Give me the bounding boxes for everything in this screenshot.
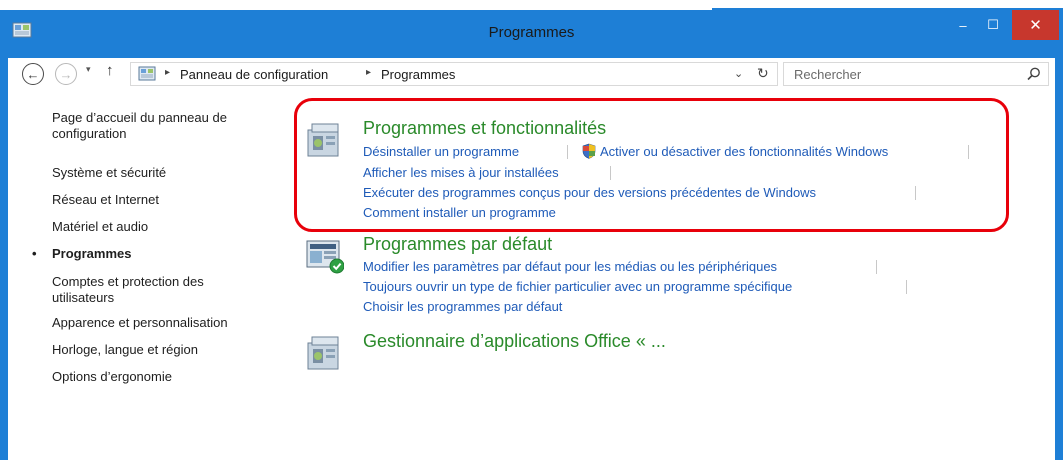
sidebar-item-clock-language-region[interactable]: Horloge, langue et région [52,342,198,358]
title-bar[interactable]: Programmes – ☐ ✕ [0,0,1063,58]
turn-windows-features-link[interactable]: Activer ou désactiver des fonctionnalité… [600,144,888,159]
refresh-icon[interactable]: ↻ [757,65,769,82]
office-app-manager-title[interactable]: Gestionnaire d’applications Office « ... [363,331,666,352]
address-dropdown-icon[interactable]: ⌄ [734,67,743,80]
breadcrumb-programs[interactable]: Programmes [381,67,455,82]
desktop-strip [0,0,1063,10]
always-open-file-type-link[interactable]: Toujours ouvrir un type de fichier parti… [363,279,792,294]
sidebar-item-label: Page d’accueil du panneau de [52,110,227,125]
link-separator [906,280,907,294]
set-default-programs-link[interactable]: Choisir les programmes par défaut [363,299,562,314]
programs-features-icon[interactable] [306,120,344,160]
run-older-programs-link[interactable]: Exécuter des programmes conçus pour des … [363,185,816,200]
window-title: Programmes [488,24,575,41]
link-separator [876,260,877,274]
sidebar-item-control-panel-home[interactable]: Page d’accueil du panneau de configurati… [52,110,227,142]
sidebar-item-network-internet[interactable]: Réseau et Internet [52,192,159,208]
breadcrumb-separator-icon[interactable]: ▸ [366,67,371,78]
desktop-accent [712,8,1063,10]
search-icon[interactable] [1026,66,1042,82]
control-panel-icon [138,66,156,81]
sidebar-item-system-security[interactable]: Système et sécurité [52,165,166,181]
default-programs-icon[interactable] [306,236,344,276]
sidebar-item-label: Comptes et protection des [52,274,204,289]
breadcrumb-separator-icon[interactable]: ▸ [165,67,170,78]
forward-button[interactable]: → [55,63,77,85]
sidebar-item-programs[interactable]: • Programmes [32,246,132,262]
navigation-bar: ← → ▾ ↑ ▸ Panneau de configuration ▸ Pro… [8,58,1055,88]
how-to-install-program-link[interactable]: Comment installer un programme [363,205,556,220]
default-programs-title[interactable]: Programmes par défaut [363,234,552,255]
recent-locations-button[interactable]: ▾ [86,64,91,75]
sidebar-item-label: configuration [52,126,127,141]
window-frame-right [1055,0,1063,460]
sidebar-item-label: Programmes [52,246,132,261]
link-separator [968,145,969,159]
search-input[interactable] [784,63,1020,85]
link-separator [567,145,568,159]
link-separator [610,166,611,180]
minimize-button[interactable]: – [948,10,978,40]
view-installed-updates-link[interactable]: Afficher les mises à jour installées [363,165,559,180]
uac-shield-icon [582,143,596,159]
change-media-defaults-link[interactable]: Modifier les paramètres par défaut pour … [363,259,777,274]
sidebar-item-user-accounts[interactable]: Comptes et protection des utilisateurs [52,274,204,306]
programs-features-title[interactable]: Programmes et fonctionnalités [363,118,606,139]
maximize-button[interactable]: ☐ [978,10,1008,40]
sidebar-item-appearance[interactable]: Apparence et personnalisation [52,315,228,331]
breadcrumb-control-panel[interactable]: Panneau de configuration [180,67,328,82]
close-button[interactable]: ✕ [1012,10,1059,40]
sidebar-item-ease-of-access[interactable]: Options d’ergonomie [52,369,172,385]
window-frame-left [0,0,8,460]
office-app-manager-icon[interactable] [306,333,344,373]
active-bullet-icon: • [32,246,37,261]
uninstall-program-link[interactable]: Désinstaller un programme [363,144,519,159]
sidebar-item-label: utilisateurs [52,290,115,305]
address-bar[interactable]: ▸ Panneau de configuration ▸ Programmes … [130,62,778,86]
link-separator [915,186,916,200]
search-box[interactable] [783,62,1049,86]
up-button[interactable]: ↑ [106,62,114,79]
back-button[interactable]: ← [22,63,44,85]
sidebar-item-hardware-sound[interactable]: Matériel et audio [52,219,148,235]
